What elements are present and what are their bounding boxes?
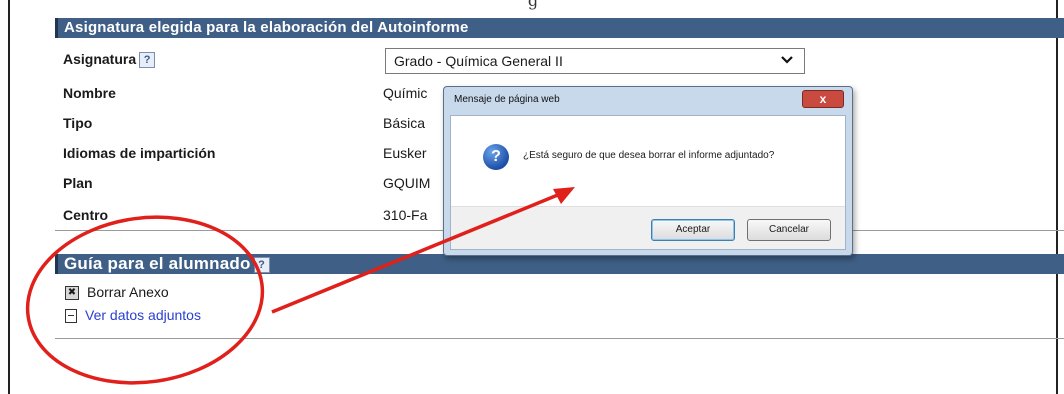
annotation-overlay xyxy=(25,187,575,385)
pointer-arrow-line xyxy=(271,190,566,314)
highlight-circle xyxy=(25,215,265,385)
